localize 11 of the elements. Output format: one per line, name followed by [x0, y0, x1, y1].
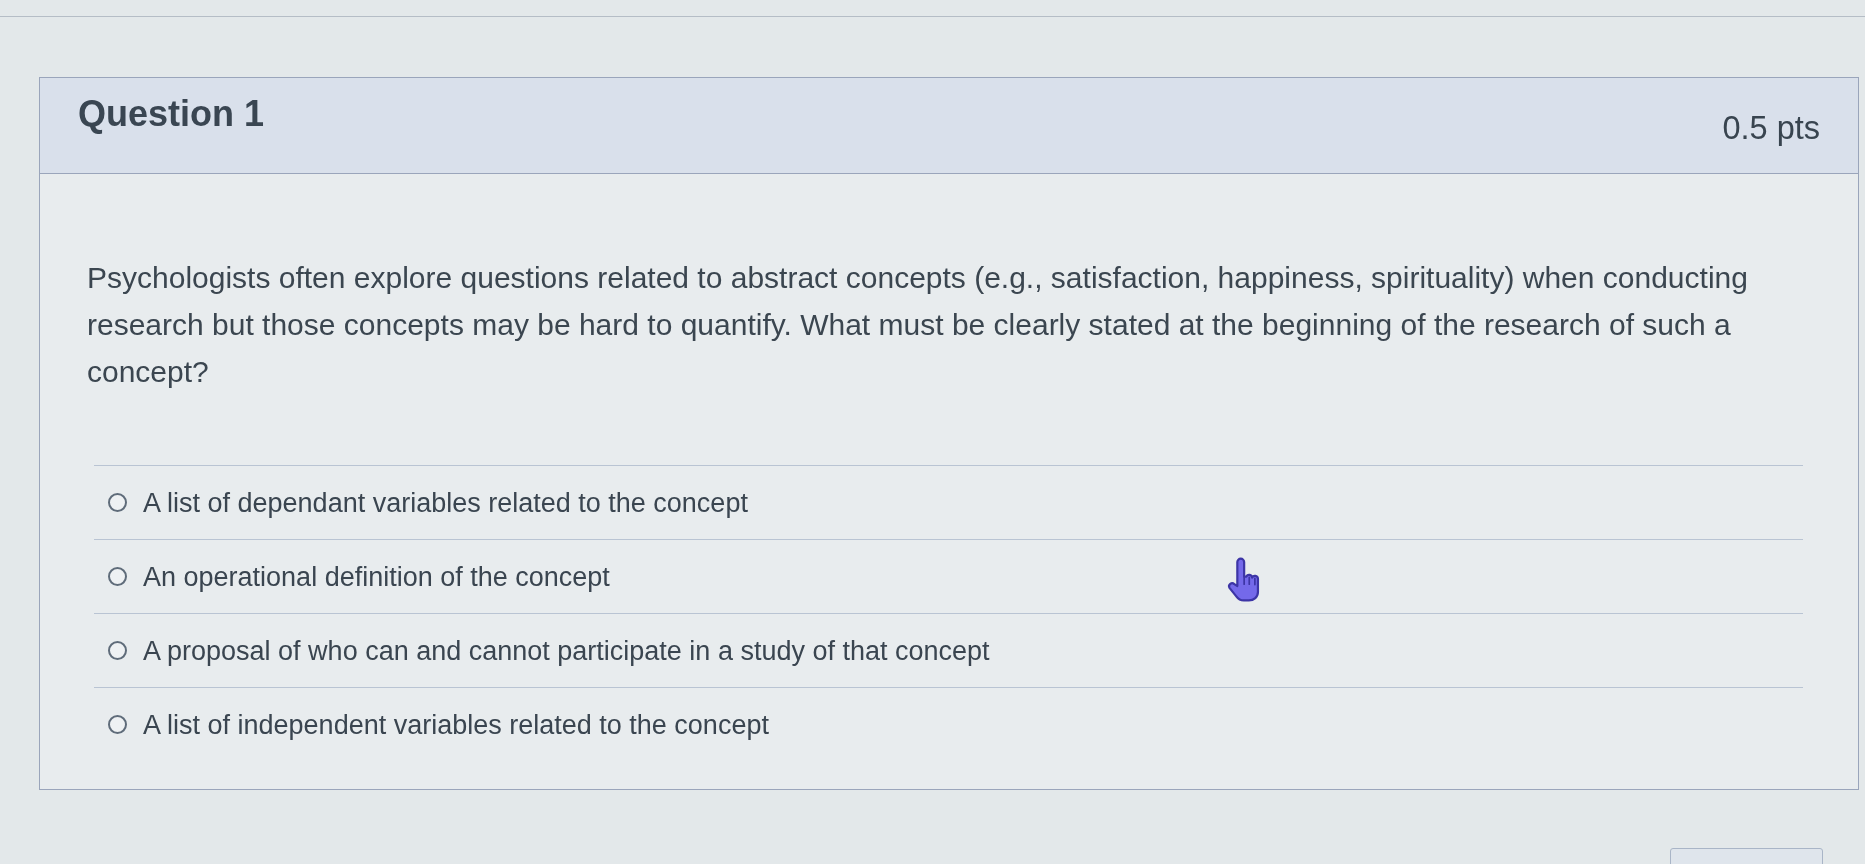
answer-label: A proposal of who can and cannot participate in a study of that concept: [143, 634, 990, 667]
answer-label: An operational definition of the concept: [143, 560, 610, 593]
answer-label: A list of dependant variables related to the concept: [143, 486, 748, 519]
question-title: Question 1: [78, 92, 265, 136]
question-text: Psychologists often explore questions related to abstract concepts (e.g., satisfaction, happiness, spirituality) when conducting research but those concepts may be hard to quantify. What must be clearly stated at the beginning of the research of such a concept?: [87, 260, 1749, 390]
radio-button[interactable]: [108, 567, 127, 586]
points-label: 0.5 pts: [1722, 109, 1820, 148]
radio-button[interactable]: [108, 493, 127, 512]
answer-label: A list of independent variables related to the concept: [143, 708, 769, 741]
radio-button[interactable]: [108, 641, 127, 660]
radio-button[interactable]: [108, 715, 127, 734]
